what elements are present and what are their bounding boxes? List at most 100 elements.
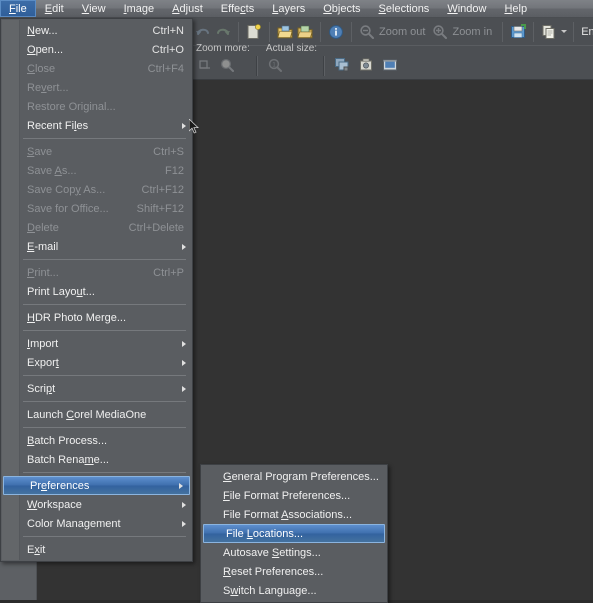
undo-icon (194, 21, 212, 43)
submenu-arrow-icon (182, 359, 186, 366)
menu-item-label: New... (27, 24, 58, 37)
menu-bar: File Edit View Image Adjust Effe c ts Layers Obje… (0, 0, 593, 18)
menu-item-label: Launch Corel MediaOne (27, 408, 147, 421)
toolbar-separator (502, 21, 504, 42)
zoom-more-out-icon[interactable] (216, 54, 238, 76)
file-menu-item-workspace[interactable]: Workspace (1, 495, 192, 514)
zoom-more-in-icon[interactable] (194, 54, 216, 76)
toolbar-separator (255, 56, 258, 76)
menubar-item-file[interactable]: File (0, 0, 36, 17)
file-menu-item-close: Close Ctrl+F4 (1, 59, 192, 78)
file-menu-item-batch-process[interactable]: Batch Process... (1, 431, 192, 450)
preferences-item-file-format-associations[interactable]: File Format Associations... (201, 505, 387, 524)
copy-icon[interactable] (540, 21, 558, 43)
menubar-item-layers[interactable]: Layers (263, 0, 314, 17)
enhance-photo-label[interactable]: Enhanc (580, 26, 593, 38)
file-menu-item-exit[interactable]: Exit (1, 540, 192, 559)
file-menu-item-preferences[interactable]: Preferences (3, 476, 190, 495)
menu-item-label: Recent Files (27, 119, 89, 132)
menubar-item-window[interactable]: Window (438, 0, 495, 17)
submenu-arrow-icon (179, 482, 183, 489)
file-menu-item-launch-corel-mediaone[interactable]: Launch Corel MediaOne (1, 405, 192, 424)
file-menu-item-print-layout[interactable]: Print Layout... (1, 282, 192, 301)
menu-item-label: HDR Photo Merge... (27, 311, 127, 324)
menu-separator (23, 536, 186, 537)
menubar-item-selections[interactable]: Selections (370, 0, 439, 17)
submenu-arrow-icon (182, 340, 186, 347)
file-menu-item-import[interactable]: Import (1, 334, 192, 353)
file-menu-item-hdr-photo-merge[interactable]: HDR Photo Merge... (1, 308, 192, 327)
menubar-item-effects[interactable]: Effe c ts (212, 0, 263, 17)
submenu-arrow-icon (182, 385, 186, 392)
menu-item-label: Open... (27, 43, 64, 56)
zoom-in-label[interactable]: Zoom in (451, 26, 496, 38)
file-menu-item-e-mail[interactable]: E-mail (1, 237, 192, 256)
file-menu-item-color-management[interactable]: Color Management (1, 514, 192, 533)
menu-item-shortcut: Ctrl+N (152, 24, 184, 37)
copy-dropdown-caret[interactable] (561, 30, 568, 33)
menubar-item-help[interactable]: Help (495, 0, 536, 17)
menu-item-label: Reset Preferences... (223, 565, 324, 578)
duplicate-icon[interactable] (331, 54, 353, 76)
menu-item-label: Color Management (27, 517, 121, 530)
preferences-item-general-program-preferences[interactable]: General Program Preferences... (201, 467, 387, 486)
save-icon[interactable] (509, 21, 527, 43)
open-icon[interactable] (276, 21, 294, 43)
menubar-item-view[interactable]: View (73, 0, 115, 17)
menu-item-label: Preferences (30, 479, 90, 492)
capture-icon[interactable] (355, 54, 377, 76)
toolbar-separator (533, 21, 535, 42)
file-menu-item-save-copy-as: Save Copy As... Ctrl+F12 (1, 180, 192, 199)
menu-separator (23, 304, 186, 305)
menu-item-label: Export (27, 356, 59, 369)
menubar-item-adjust[interactable]: Adjust (163, 0, 212, 17)
preferences-item-file-format-preferences[interactable]: File Format Preferences... (201, 486, 387, 505)
preferences-item-switch-language[interactable]: Switch Language... (201, 581, 387, 600)
file-menu-item-recent-files[interactable]: Recent Files (1, 116, 192, 135)
menu-item-shortcut: F12 (165, 164, 184, 177)
screenshot-icon[interactable] (379, 54, 401, 76)
file-menu-item-save-as: Save As... F12 (1, 161, 192, 180)
toolbar-separator (320, 21, 321, 42)
new-image-icon[interactable] (245, 21, 263, 43)
menu-item-label: Batch Process... (27, 434, 108, 447)
menu-item-label: Script (27, 382, 56, 395)
file-menu-item-script[interactable]: Script (1, 379, 192, 398)
browse-icon[interactable] (296, 21, 314, 43)
toolbar-separator (351, 21, 352, 42)
menu-item-label: Delete (27, 221, 59, 234)
menu-item-shortcut: Ctrl+P (153, 266, 184, 279)
file-menu-item-open[interactable]: Open... Ctrl+O (1, 40, 192, 59)
toolbar-group-label: Actual size: (265, 43, 318, 54)
menu-item-label: File Format Associations... (223, 508, 353, 521)
zoom-out-label[interactable]: Zoom out (378, 26, 429, 38)
menubar-item-objects[interactable]: Objects (314, 0, 369, 17)
application-window: File Edit View Image Adjust Effe c ts Layers Obje… (0, 0, 593, 603)
file-menu-item-export[interactable]: Export (1, 353, 192, 372)
standard-toolbar: Zoom out Zoom in Enhanc (190, 18, 593, 46)
submenu-arrow-icon (182, 243, 186, 250)
toolbar-separator (323, 56, 326, 76)
preferences-item-file-locations[interactable]: File Locations... (203, 524, 385, 543)
file-menu-item-new[interactable]: New... Ctrl+N (1, 21, 192, 40)
menu-item-label: Revert... (27, 81, 69, 94)
menu-item-label: Save for Office... (27, 202, 109, 215)
zoom-out-icon (358, 21, 376, 43)
info-icon[interactable] (327, 21, 345, 43)
submenu-arrow-icon (182, 122, 186, 129)
menubar-item-image[interactable]: Image (115, 0, 164, 17)
file-menu-item-restore-original: Restore Original... (1, 97, 192, 116)
menu-item-label: Switch Language... (223, 584, 317, 597)
preferences-item-reset-preferences[interactable]: Reset Preferences... (201, 562, 387, 581)
menubar-item-edit[interactable]: Edit (36, 0, 73, 17)
zoom-toolbar: Zoom more: Actual size: 1 (190, 43, 593, 79)
menu-separator (23, 401, 186, 402)
menu-separator (23, 427, 186, 428)
preferences-item-autosave-settings[interactable]: Autosave Settings... (201, 543, 387, 562)
menu-item-label: Print Layout... (27, 285, 95, 298)
actual-size-icon[interactable]: 1 (264, 54, 286, 76)
file-menu-item-batch-rename[interactable]: Batch Rename... (1, 450, 192, 469)
menu-item-label: File Format Preferences... (223, 489, 351, 502)
menu-item-label: File Locations... (226, 527, 304, 540)
toolbar-group-label: Zoom more: (196, 43, 250, 54)
